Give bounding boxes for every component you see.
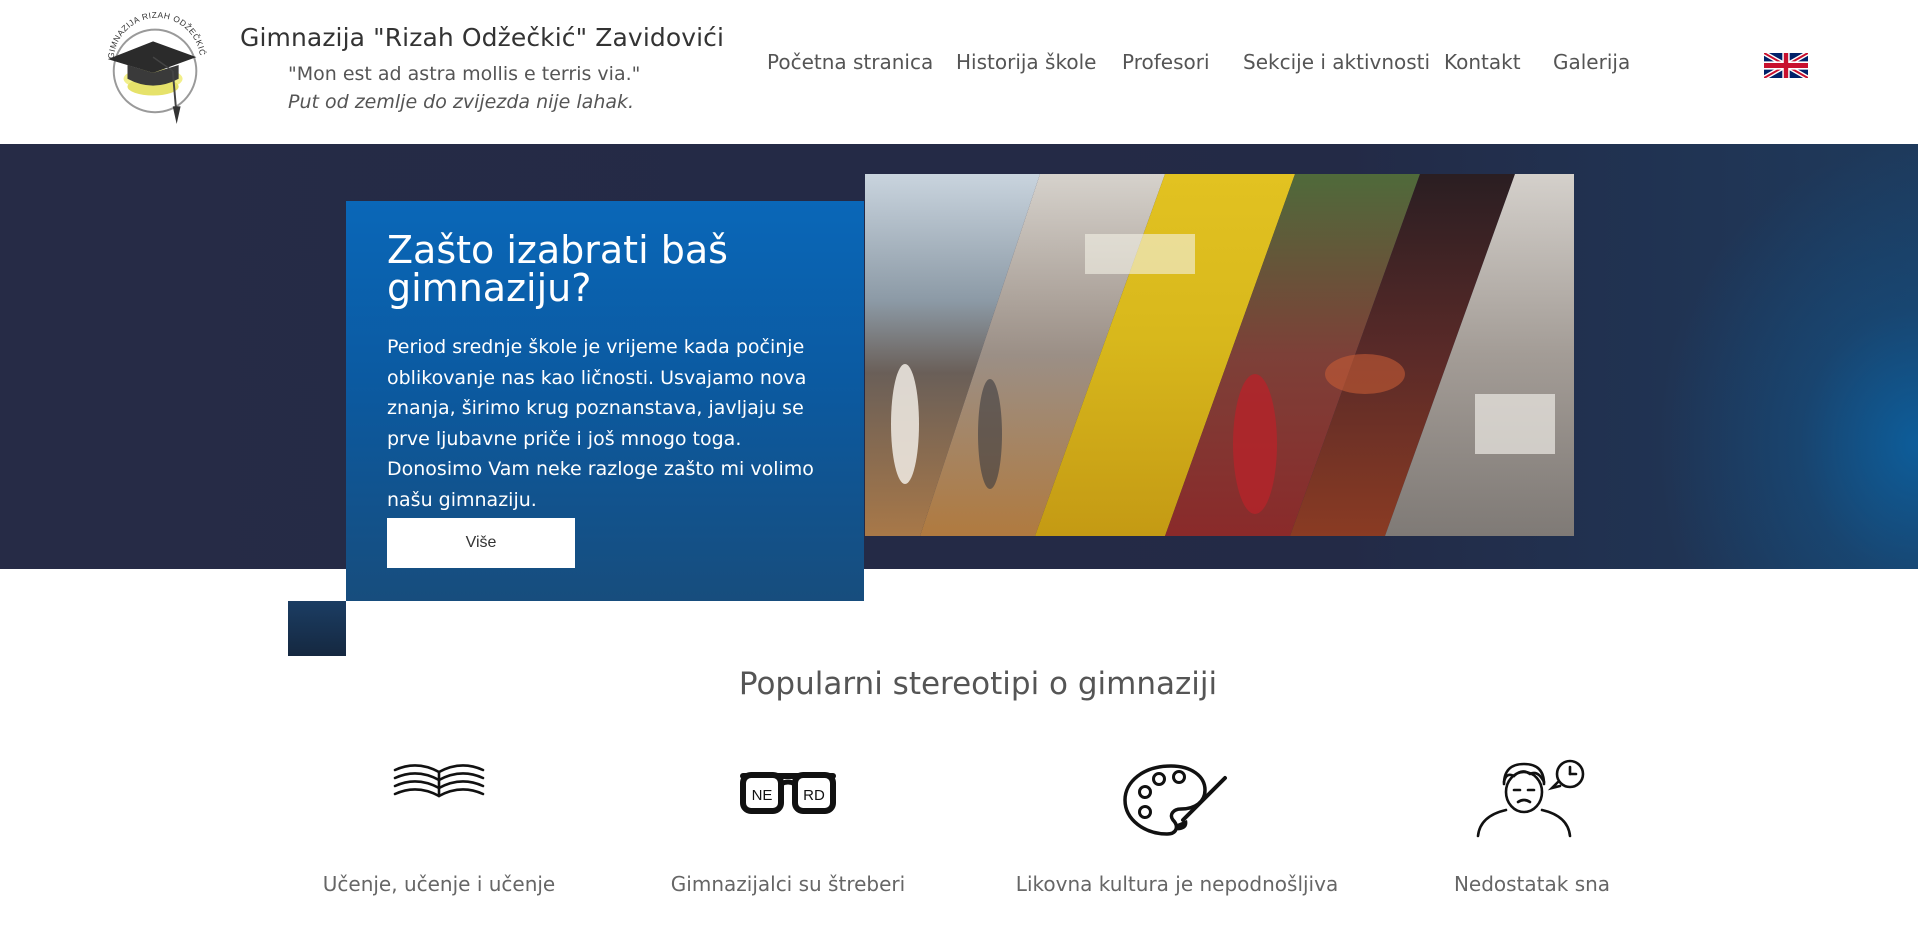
nav-item-contact[interactable]: Kontakt [1444,50,1521,74]
nav-item-teachers[interactable]: Profesori [1122,50,1210,74]
section-title: Popularni stereotipi o gimnaziji [738,666,1218,702]
glasses-right-text: RD [803,787,825,804]
hero-text: Period srednje škole je vrijeme kada poč… [387,336,814,511]
site-title[interactable]: Gimnazija "Rizah Odžečkić" Zavidovići [240,23,724,52]
feature-nerds: NE RD Gimnazijalci su štreberi [618,770,958,896]
site-header: GIMNAZIJA RIZAH ODŽEČKIĆ Gimnazija "Riza… [0,0,1918,144]
glasses-left-text: NE [752,787,773,804]
open-book-icon [393,764,485,798]
feature-art: Likovna kultura je nepodnošljiva [1007,762,1347,896]
hero-card: Zašto izabrati baš gimnaziju? Period sre… [346,201,864,601]
feature-learning: Učenje, učenje i učenje [269,756,609,896]
nav-item-sections[interactable]: Sekcije i aktivnosti [1243,50,1430,74]
nav-item-gallery[interactable]: Galerija [1553,50,1630,74]
feature-label: Gimnazijalci su štreberi [670,872,906,896]
hero-title: Zašto izabrati baš gimnaziju? [387,228,728,310]
tired-person-clock-icon [1476,759,1585,838]
motto-local: Put od zemlje do zvijezda nije lahak. [288,91,635,113]
nerd-glasses-icon: NE RD [740,772,836,814]
feature-sleep: Nedostatak sna [1362,758,1702,896]
more-button[interactable]: Više [387,518,575,568]
uk-flag-icon[interactable] [1764,53,1808,78]
nav-item-history[interactable]: Historija škole [956,50,1096,74]
feature-label: Nedostatak sna [1453,872,1611,896]
feature-label: Likovna kultura je nepodnošljiva [1015,872,1339,896]
paint-palette-icon [1123,764,1227,836]
decorative-square [288,601,346,656]
photo-collage[interactable] [865,174,1574,536]
school-logo[interactable]: GIMNAZIJA RIZAH ODŽEČKIĆ [98,8,216,126]
motto-latin: "Mon est ad astra mollis e terris via." [288,63,641,85]
feature-label: Učenje, učenje i učenje [322,872,556,896]
nav-item-home[interactable]: Početna stranica [767,50,933,74]
